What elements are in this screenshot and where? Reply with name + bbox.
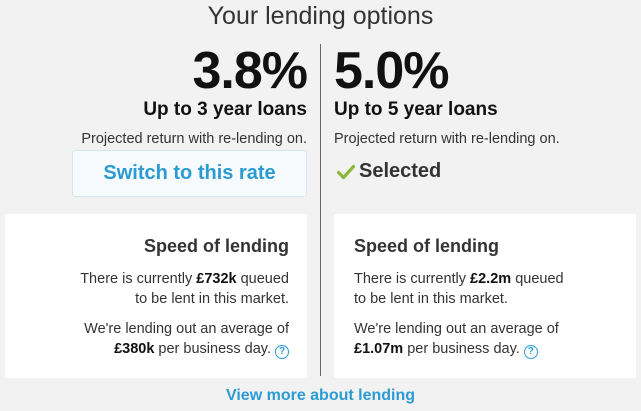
rate-value: 3.8% [192, 42, 308, 100]
help-icon[interactable]: ? [275, 345, 289, 359]
projected-note: Projected return with re-lending on. [81, 131, 307, 147]
average-suffix: per business day. [403, 341, 520, 357]
selected-status: Selected [337, 160, 441, 183]
queued-line2: to be lent in this market. [135, 291, 289, 307]
help-icon[interactable]: ? [523, 345, 538, 359]
speed-card-5-year: Speed of lending There is currently £2.2… [334, 214, 636, 378]
queued-suffix: queued [511, 271, 564, 287]
queued-amount: £732k [196, 271, 237, 287]
option-5-year: 5.0% Up to 5 year loans Projected return… [334, 44, 560, 149]
speed-title: Speed of lending [143, 236, 289, 256]
rate-value: 5.0% [334, 42, 450, 100]
column-divider [320, 44, 321, 376]
queued-prefix: There is currently [354, 271, 471, 287]
queued-line2: to be lent in this market. [354, 291, 508, 307]
average-amount: £380k [114, 341, 155, 357]
view-more-link[interactable]: View more about lending [0, 387, 641, 405]
queued-suffix: queued [236, 271, 289, 287]
average-amount: £1.07m [354, 341, 404, 357]
average-text: We're lending out an average of £380k pe… [80, 319, 289, 359]
queued-prefix: There is currently [80, 271, 197, 287]
loan-term: Up to 5 year loans [334, 99, 498, 120]
average-suffix: per business day. [154, 341, 271, 357]
switch-rate-button[interactable]: Switch to this rate [72, 150, 307, 197]
selected-label: Selected [359, 160, 442, 182]
speed-card-3-year: Speed of lending There is currently £732… [5, 214, 307, 378]
loan-term: Up to 3 year loans [143, 99, 307, 120]
average-prefix: We're lending out an average of [84, 321, 289, 337]
page-title: Your lending options [207, 2, 434, 30]
average-prefix: We're lending out an average of [354, 321, 559, 337]
checkmark-icon [337, 164, 355, 179]
queued-amount: £2.2m [470, 271, 512, 287]
average-text: We're lending out an average of £1.07m p… [354, 319, 564, 359]
queued-text: There is currently £2.2m queued to be le… [354, 269, 564, 309]
option-3-year: 3.8% Up to 3 year loans Projected return… [81, 42, 308, 149]
queued-text: There is currently £732k queued to be le… [80, 269, 289, 309]
speed-title: Speed of lending [354, 236, 500, 256]
projected-note: Projected return with re-lending on. [334, 131, 560, 147]
